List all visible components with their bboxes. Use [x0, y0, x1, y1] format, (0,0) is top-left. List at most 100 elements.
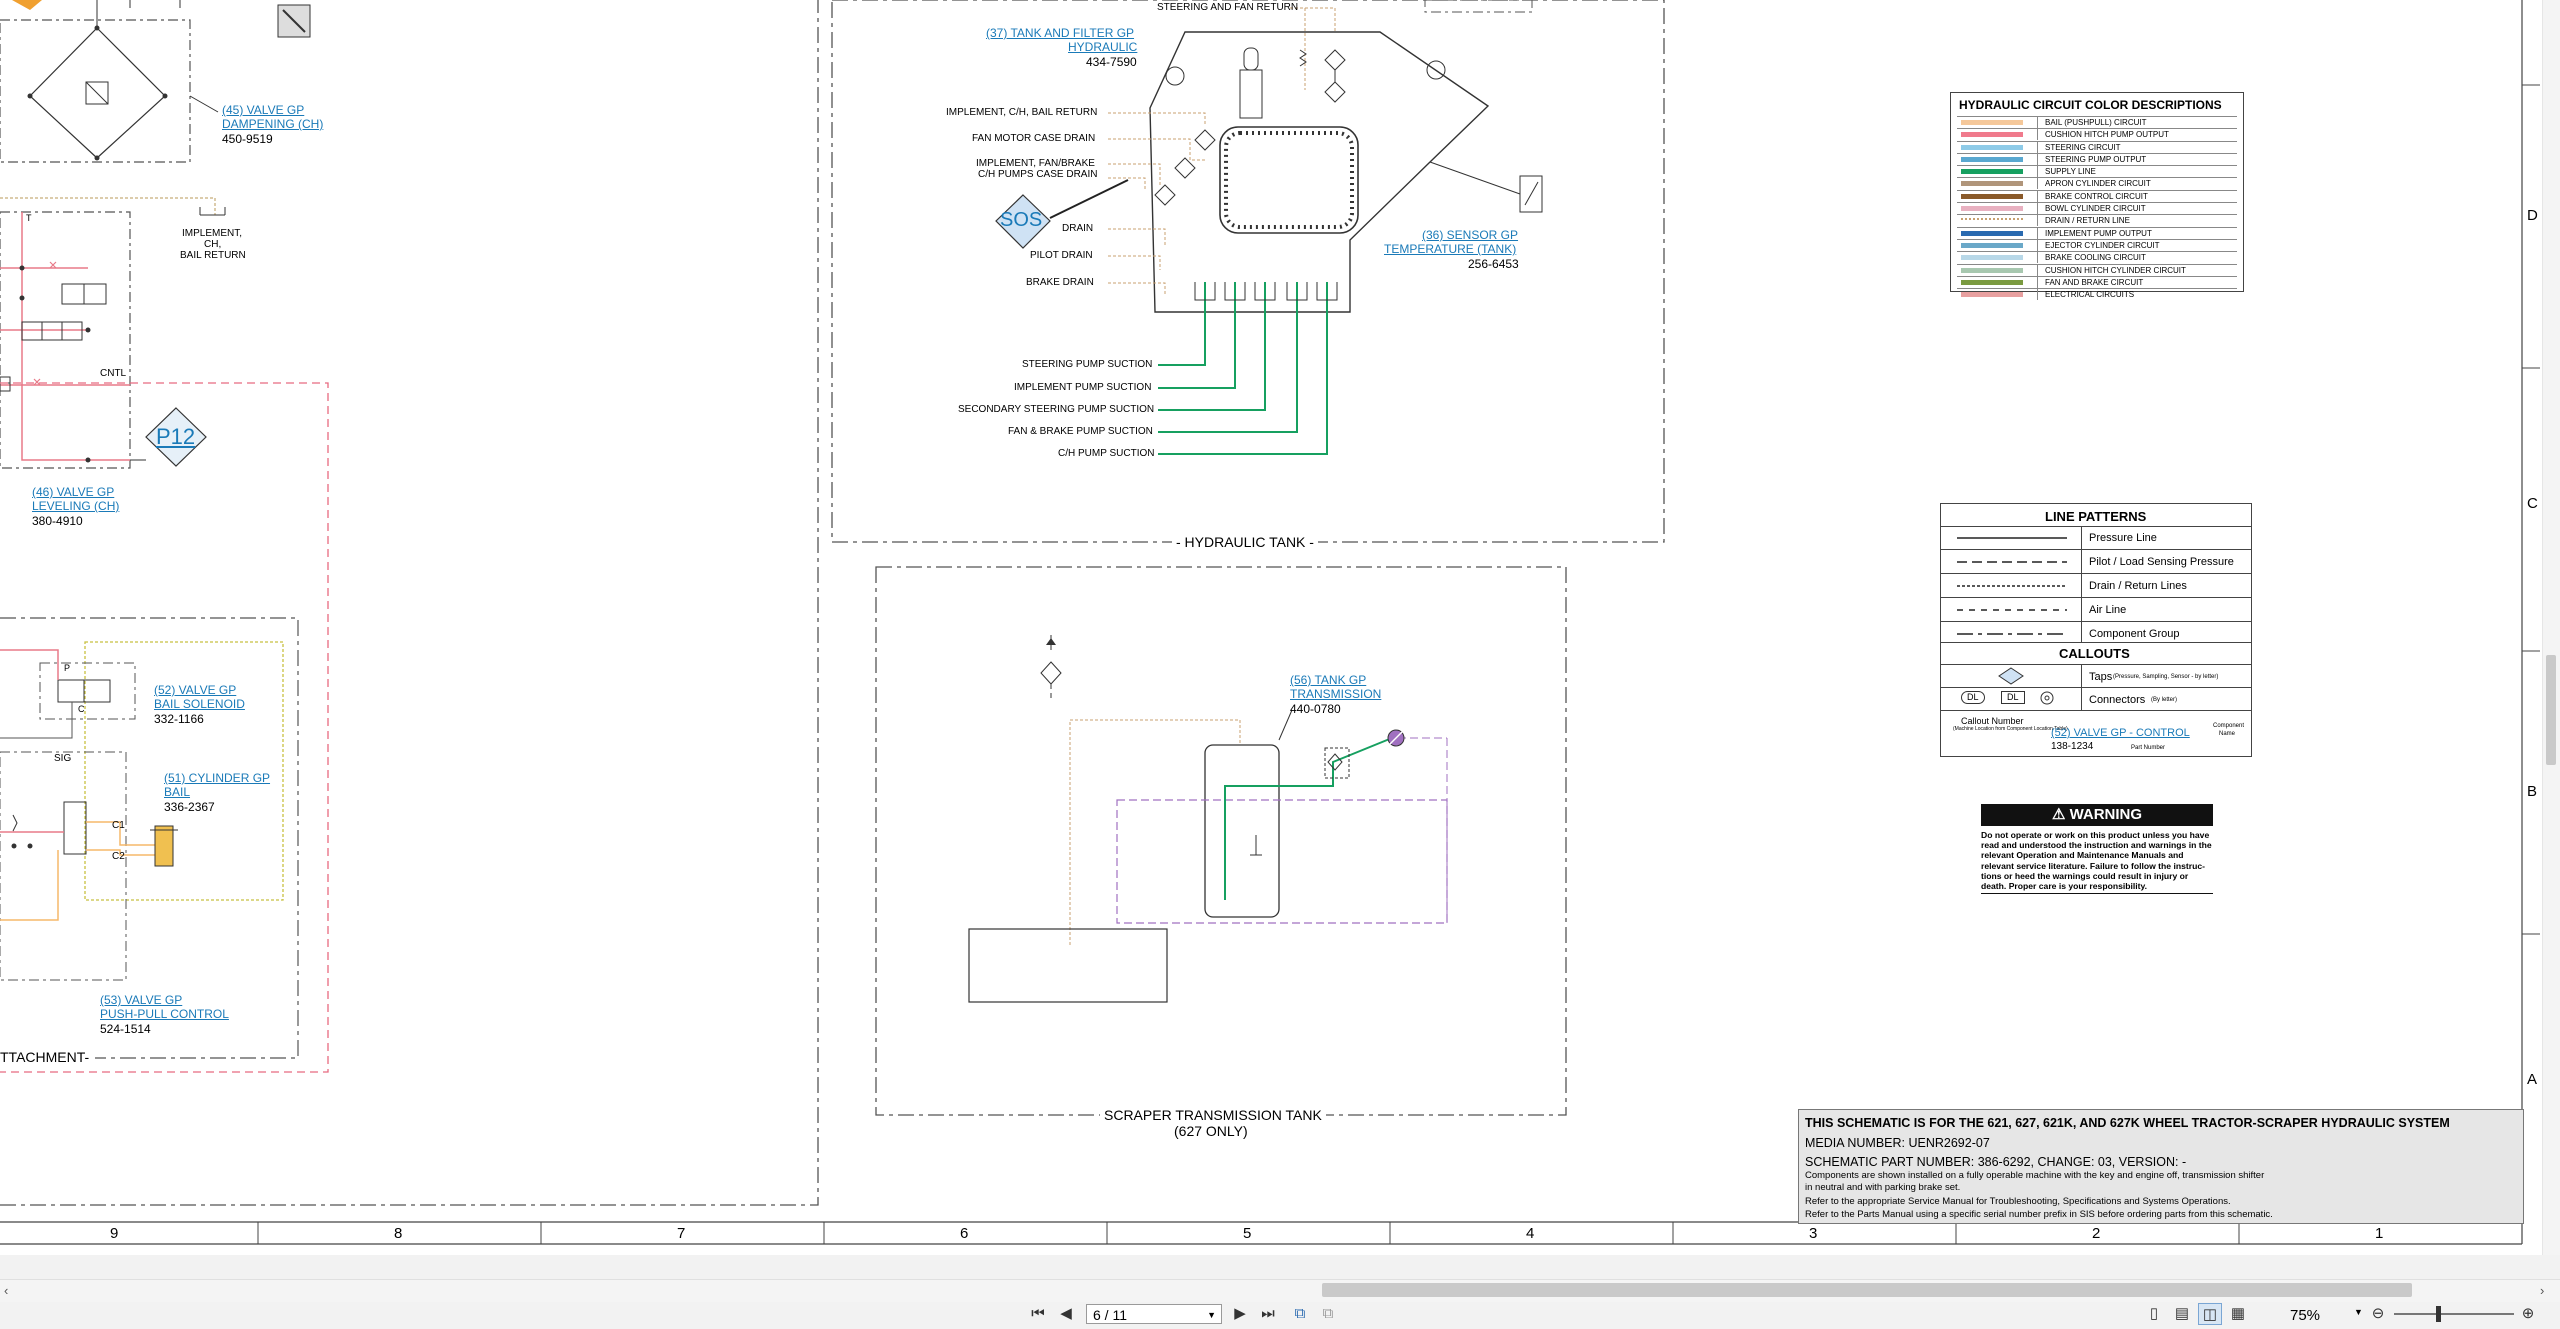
last-page-icon[interactable]: ⏭	[1256, 1303, 1280, 1325]
warning-line: tions or heed the warnings could result …	[1981, 870, 2189, 881]
callout-37-name[interactable]: (37) TANK AND FILTER GP	[986, 27, 1134, 39]
color-swatch	[1961, 218, 2023, 221]
callout-45-name[interactable]: (45) VALVE GP	[222, 104, 304, 116]
color-legend-row: EJECTOR CYLINDER CIRCUIT	[1957, 238, 2237, 251]
color-legend-label: BRAKE COOLING CIRCUIT	[2045, 253, 2146, 263]
callout-53-name[interactable]: (53) VALVE GP	[100, 994, 182, 1006]
line-pattern-sample	[1957, 561, 2067, 563]
page-number-select[interactable]: 6 / 11 ▼	[1086, 1304, 1222, 1324]
line-pattern-label: Pressure Line	[2089, 532, 2157, 544]
scroll-left-icon[interactable]: ‹	[4, 1283, 8, 1298]
color-legend-label: BRAKE CONTROL CIRCUIT	[2045, 191, 2148, 201]
callout-53-desc[interactable]: PUSH-PULL CONTROL	[100, 1008, 229, 1020]
color-legend-label: ELECTRICAL CIRCUITS	[2045, 290, 2135, 300]
label-impl-return-1: IMPLEMENT,	[182, 228, 243, 239]
color-legend-label: STEERING CIRCUIT	[2045, 142, 2121, 152]
sos-tap-label[interactable]: SOS	[1000, 210, 1042, 230]
color-legend-table: HYDRAULIC CIRCUIT COLOR DESCRIPTIONS BAI…	[1950, 92, 2244, 301]
callout-51-part: 336-2367	[164, 800, 215, 814]
two-page-icon[interactable]: ◫	[2198, 1303, 2222, 1325]
connector-dl-1: DL	[1961, 691, 1985, 704]
zoom-slider-track[interactable]	[2394, 1313, 2514, 1315]
color-legend-label: STEERING PUMP OUTPUT	[2045, 154, 2147, 164]
color-legend-row: BRAKE CONTROL CIRCUIT	[1957, 189, 2237, 202]
continuous-page-icon[interactable]: ▤	[2170, 1303, 2194, 1325]
single-page-icon[interactable]: ▯	[2142, 1303, 2166, 1325]
color-legend-label: FAN AND BRAKE CIRCUIT	[2045, 277, 2144, 287]
taps-label: Taps	[2089, 671, 2113, 683]
next-view-icon[interactable]: ⧉	[1316, 1303, 1340, 1325]
callout-46-name[interactable]: (46) VALVE GP	[32, 486, 114, 498]
example-callout-link[interactable]: (52) VALVE GP - CONTROL	[2051, 728, 2190, 739]
callout-37-desc[interactable]: HYDRAULIC	[1068, 41, 1137, 53]
zoom-out-icon[interactable]: ⊖	[2366, 1303, 2390, 1325]
p12-tap-label[interactable]: P12	[156, 426, 195, 448]
zoom-in-icon[interactable]: ⊕	[2516, 1303, 2540, 1325]
label-c2: C2	[112, 851, 125, 862]
zone-row-a: A	[2527, 1071, 2538, 1088]
color-legend-label: BAIL (PUSHPULL) CIRCUIT	[2045, 118, 2147, 127]
callout-45-desc[interactable]: DAMPENING (CH)	[222, 118, 323, 130]
color-swatch	[1961, 132, 2023, 138]
color-legend-row: SUPPLY LINE	[1957, 165, 2237, 178]
scroll-right-icon[interactable]: ›	[2540, 1283, 2544, 1298]
callout-53-part: 524-1514	[100, 1022, 151, 1036]
label-c1: C1	[112, 820, 125, 831]
vertical-scrollbar[interactable]	[2542, 0, 2560, 1279]
zoom-dropdown-icon[interactable]: ▼	[2354, 1308, 2363, 1317]
input-label-5: DRAIN	[1062, 223, 1094, 234]
line-pattern-rows: Pressure Line Pilot / Load Sensing Pressu…	[1941, 526, 2251, 645]
pdf-viewer: (45) VALVE GP DAMPENING (CH) 450-9519 IM…	[0, 0, 2560, 1329]
callout-52-part: 332-1166	[154, 712, 204, 726]
first-page-icon[interactable]: ⏮	[1026, 1303, 1050, 1325]
callouts-title: CALLOUTS	[2059, 646, 2130, 661]
zone-col-7: 7	[677, 1225, 686, 1242]
color-legend-row: BRAKE COOLING CIRCUIT	[1957, 251, 2237, 264]
connectors-note: (By letter)	[2151, 697, 2178, 703]
callout-52-name[interactable]: (52) VALVE GP	[154, 684, 236, 696]
callout-46-desc[interactable]: LEVELING (CH)	[32, 500, 119, 512]
zone-col-1: 1	[2375, 1225, 2384, 1242]
previous-view-icon[interactable]: ⧉	[1288, 1303, 1312, 1325]
callout-51-name[interactable]: (51) CYLINDER GP	[164, 772, 270, 784]
warning-line: relevant Operation and Maintenance Manua…	[1981, 850, 2184, 861]
input-label-6: PILOT DRAIN	[1030, 250, 1093, 261]
callout-52-desc[interactable]: BAIL SOLENOID	[154, 698, 245, 710]
prev-page-icon[interactable]: ◀	[1054, 1303, 1078, 1325]
line-pattern-row: Pilot / Load Sensing Pressure	[1941, 549, 2251, 573]
vertical-scroll-thumb[interactable]	[2546, 655, 2556, 765]
warning-body: Do not operate or work on this product u…	[1981, 830, 2213, 895]
color-swatch	[1961, 279, 2023, 285]
chevron-down-icon: ▼	[1207, 1310, 1216, 1320]
two-page-scroll-icon[interactable]: ▦	[2226, 1303, 2250, 1325]
callout-56-name[interactable]: (56) TANK GP	[1290, 674, 1366, 686]
color-swatch	[1961, 206, 2023, 212]
horizontal-scroll-thumb[interactable]	[1322, 1283, 2412, 1297]
zone-row-c: C	[2527, 495, 2538, 512]
title-block-note-3: Refer to the appropriate Service Manual …	[1805, 1196, 2231, 1207]
example-callout-number: Callout Number	[1961, 716, 2024, 726]
color-legend-title: HYDRAULIC CIRCUIT COLOR DESCRIPTIONS	[1959, 98, 2222, 112]
color-legend-row: CUSHION HITCH CYLINDER CIRCUIT	[1957, 263, 2237, 276]
callout-51-desc[interactable]: BAIL	[164, 786, 190, 798]
color-swatch	[1961, 193, 2023, 199]
zoom-level[interactable]: 75%	[2290, 1308, 2320, 1323]
zoom-slider-handle[interactable]	[2436, 1306, 2441, 1322]
callout-36-name[interactable]: (36) SENSOR GP	[1422, 229, 1518, 241]
warning-header: ⚠ WARNING	[1981, 804, 2213, 826]
callout-56-desc[interactable]: TRANSMISSION	[1290, 688, 1381, 700]
callout-36-desc[interactable]: TEMPERATURE (TANK)	[1384, 243, 1516, 255]
color-legend-row: APRON CYLINDER CIRCUIT	[1957, 177, 2237, 190]
label-c: C	[78, 704, 85, 714]
input-label-4: C/H PUMPS CASE DRAIN	[978, 169, 1098, 180]
suction-label-2: IMPLEMENT PUMP SUCTION	[1014, 382, 1152, 393]
example-component-label: Component	[2213, 723, 2245, 729]
color-swatch	[1961, 242, 2023, 248]
line-pattern-sample	[1957, 537, 2067, 539]
next-page-icon[interactable]: ▶	[1228, 1303, 1252, 1325]
title-block-note-2: in neutral and with parking brake set.	[1805, 1182, 1961, 1193]
zone-col-9: 9	[110, 1225, 119, 1242]
connector-circle-icon	[2040, 691, 2054, 705]
color-legend-row: ELECTRICAL CIRCUITS	[1957, 288, 2237, 301]
transmission-tank-group-label: SCRAPER TRANSMISSION TANK	[1100, 1108, 1326, 1122]
